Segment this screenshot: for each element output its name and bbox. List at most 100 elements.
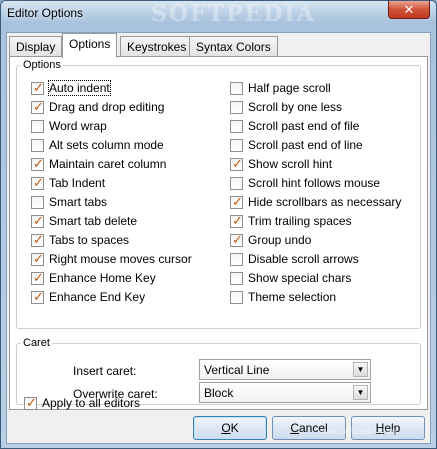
option-alt-sets-column-mode-row[interactable]: Alt sets column mode bbox=[31, 138, 164, 154]
option-tabs-to-spaces-row[interactable]: Tabs to spaces bbox=[31, 232, 130, 249]
checkbox[interactable] bbox=[31, 195, 44, 209]
checkbox[interactable] bbox=[230, 176, 243, 190]
caret-legend: Caret bbox=[23, 337, 50, 349]
checkbox-label: Group undo bbox=[248, 233, 312, 247]
option-smart-tab-delete-row[interactable]: Smart tab delete bbox=[31, 213, 138, 230]
option-half-page-scroll-row[interactable]: Half page scroll bbox=[230, 81, 331, 97]
checkbox[interactable] bbox=[31, 99, 44, 115]
tab-display[interactable]: Display bbox=[9, 36, 63, 56]
checkbox[interactable] bbox=[230, 119, 243, 133]
insert-caret-select[interactable]: Vertical Line ▼ bbox=[199, 359, 371, 380]
tab-syntax-colors[interactable]: Syntax Colors bbox=[189, 36, 278, 56]
checkbox[interactable] bbox=[31, 119, 44, 133]
apply-all-checkbox[interactable] bbox=[24, 395, 37, 411]
checkbox[interactable] bbox=[31, 138, 44, 152]
tab-strip: Display Options Keystrokes Syntax Colors bbox=[7, 33, 430, 58]
checkbox[interactable] bbox=[230, 100, 243, 114]
option-trim-trailing-spaces-row[interactable]: Trim trailing spaces bbox=[230, 213, 352, 230]
tab-options[interactable]: Options bbox=[62, 33, 118, 58]
apply-all-checkbox-row[interactable]: Apply to all editors bbox=[24, 395, 141, 412]
checkbox-label: Disable scroll arrows bbox=[248, 252, 359, 266]
overwrite-caret-select[interactable]: Block ▼ bbox=[199, 382, 371, 403]
checkbox-label: Hide scrollbars as necessary bbox=[248, 195, 402, 209]
option-scroll-past-end-of-file-row[interactable]: Scroll past end of file bbox=[230, 119, 359, 135]
option-scroll-past-end-of-line-row[interactable]: Scroll past end of line bbox=[230, 138, 363, 154]
option-maintain-caret-column-row[interactable]: Maintain caret column bbox=[31, 156, 167, 173]
checkbox-label: Word wrap bbox=[49, 119, 107, 133]
caret-group: Caret Insert caret: Vertical Line ▼ Over… bbox=[16, 337, 421, 405]
cancel-mnemonic: C bbox=[290, 421, 299, 435]
option-show-special-chars-row[interactable]: Show special chars bbox=[230, 271, 351, 287]
option-enhance-end-key-row[interactable]: Enhance End Key bbox=[31, 289, 146, 306]
option-scroll-hint-follows-mouse-row[interactable]: Scroll hint follows mouse bbox=[230, 176, 380, 192]
checkbox[interactable] bbox=[31, 232, 44, 248]
checkbox-label: Right mouse moves cursor bbox=[49, 252, 192, 266]
checkbox[interactable] bbox=[230, 232, 243, 248]
checkbox-label: Tab Indent bbox=[49, 176, 106, 190]
close-button[interactable]: ✕ bbox=[388, 1, 430, 19]
option-hide-scrollbars-as-necessary-row[interactable]: Hide scrollbars as necessary bbox=[230, 194, 402, 211]
checkbox-label: Scroll by one less bbox=[248, 100, 343, 114]
options-tab-panel: Options Auto indent Drag and drop editing… bbox=[9, 56, 428, 410]
option-drag-and-drop-editing-row[interactable]: Drag and drop editing bbox=[31, 99, 164, 116]
option-scroll-by-one-less-row[interactable]: Scroll by one less bbox=[230, 100, 342, 116]
checkbox[interactable] bbox=[230, 138, 243, 152]
checkbox[interactable] bbox=[31, 251, 44, 267]
option-right-mouse-moves-cursor-row[interactable]: Right mouse moves cursor bbox=[31, 251, 192, 268]
checkbox[interactable] bbox=[230, 81, 243, 95]
options-group: Options Auto indent Drag and drop editing… bbox=[16, 59, 421, 329]
insert-caret-label: Insert caret: bbox=[73, 364, 137, 378]
checkbox-label: Scroll hint follows mouse bbox=[248, 176, 381, 190]
options-legend: Options bbox=[23, 59, 61, 71]
option-disable-scroll-arrows-row[interactable]: Disable scroll arrows bbox=[230, 252, 359, 268]
checkbox[interactable] bbox=[230, 194, 243, 210]
option-show-scroll-hint-row[interactable]: Show scroll hint bbox=[230, 156, 333, 173]
checkbox[interactable] bbox=[31, 80, 44, 96]
watermark-text: SOFTPEDIA bbox=[151, 1, 316, 27]
checkbox[interactable] bbox=[230, 271, 243, 285]
tab-keystrokes[interactable]: Keystrokes bbox=[120, 36, 194, 56]
option-word-wrap-row[interactable]: Word wrap bbox=[31, 119, 107, 135]
checkbox[interactable] bbox=[31, 213, 44, 229]
checkbox[interactable] bbox=[230, 290, 243, 304]
checkbox-label: Enhance Home Key bbox=[49, 271, 156, 285]
checkbox-label: Show scroll hint bbox=[248, 157, 333, 171]
editor-options-window: Editor Options SOFTPEDIA ✕ Display Optio… bbox=[0, 0, 437, 449]
checkbox[interactable] bbox=[230, 213, 243, 229]
checkbox-label: Scroll past end of file bbox=[248, 119, 360, 133]
option-smart-tabs-row[interactable]: Smart tabs bbox=[31, 195, 107, 211]
checkbox[interactable] bbox=[31, 156, 44, 172]
checkbox[interactable] bbox=[31, 289, 44, 305]
checkbox-label: Scroll past end of line bbox=[248, 138, 363, 152]
option-tab-indent-row[interactable]: Tab Indent bbox=[31, 175, 106, 192]
title-bar[interactable]: Editor Options SOFTPEDIA ✕ bbox=[1, 1, 436, 27]
checkbox[interactable] bbox=[31, 175, 44, 191]
checkbox-label: Trim trailing spaces bbox=[248, 214, 352, 228]
checkbox-label: Theme selection bbox=[248, 290, 337, 304]
close-icon: ✕ bbox=[403, 2, 415, 17]
checkbox-label: Enhance End Key bbox=[49, 290, 146, 304]
checkbox-label: Tabs to spaces bbox=[49, 233, 130, 247]
window-title: Editor Options bbox=[7, 6, 84, 20]
overwrite-caret-value: Block bbox=[204, 386, 234, 400]
apply-all-label: Apply to all editors bbox=[42, 396, 141, 410]
checkbox-label: Auto indent bbox=[48, 80, 111, 96]
checkbox-label: Smart tab delete bbox=[49, 214, 138, 228]
checkbox-label: Show special chars bbox=[248, 271, 352, 285]
checkbox[interactable] bbox=[230, 252, 243, 266]
ok-label: K bbox=[230, 421, 239, 435]
option-enhance-home-key-row[interactable]: Enhance Home Key bbox=[31, 270, 156, 287]
checkbox-label: Half page scroll bbox=[248, 81, 331, 95]
checkbox-label: Maintain caret column bbox=[49, 157, 167, 171]
insert-caret-value: Vertical Line bbox=[204, 363, 270, 377]
option-theme-selection-row[interactable]: Theme selection bbox=[230, 290, 336, 306]
option-group-undo-row[interactable]: Group undo bbox=[230, 232, 312, 249]
option-auto-indent-row[interactable]: Auto indent bbox=[31, 80, 111, 97]
checkbox[interactable] bbox=[230, 156, 243, 172]
chevron-down-icon[interactable]: ▼ bbox=[353, 362, 368, 377]
ok-button[interactable]: OK bbox=[193, 416, 267, 440]
chevron-down-icon[interactable]: ▼ bbox=[353, 385, 368, 400]
checkbox[interactable] bbox=[31, 270, 44, 286]
checkbox-label: Smart tabs bbox=[49, 195, 108, 209]
dialog-client: Display Options Keystrokes Syntax Colors… bbox=[6, 32, 431, 444]
